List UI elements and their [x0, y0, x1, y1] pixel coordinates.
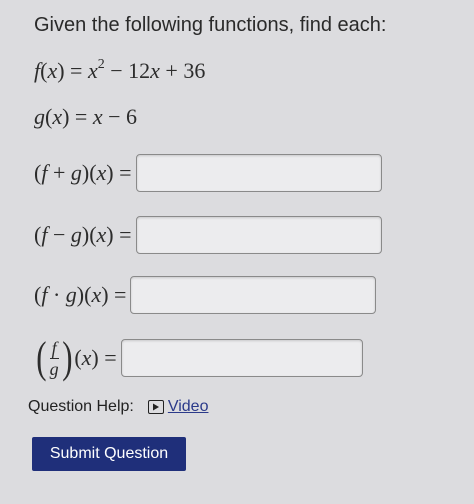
difference-label: (f − g)(x) =: [34, 222, 132, 247]
video-link[interactable]: Video: [147, 398, 209, 416]
difference-answer-input[interactable]: [135, 216, 382, 254]
play-video-icon: [147, 400, 164, 414]
video-link-label[interactable]: Video: [168, 398, 209, 416]
question-help-label: Question Help:: [28, 398, 134, 415]
sum-row: (f + g)(x) =: [34, 154, 382, 192]
product-row: (f · g)(x) =: [34, 276, 377, 314]
sum-label: (f + g)(x) =: [34, 160, 132, 185]
difference-row: (f − g)(x) =: [34, 216, 382, 254]
g-definition: g(x) = x − 6: [34, 104, 138, 129]
question-help: Question Help: Video: [28, 398, 208, 416]
quotient-row: ( fg ) (x) =: [34, 336, 363, 380]
product-answer-input[interactable]: [130, 276, 377, 314]
question-prompt: Given the following functions, find each…: [34, 14, 387, 36]
quotient-label: ( fg ) (x) =: [36, 333, 117, 382]
f-definition: f(x) = x2 − 12x + 36: [34, 57, 206, 84]
quotient-answer-input[interactable]: [120, 339, 363, 377]
sum-answer-input[interactable]: [135, 154, 382, 192]
submit-question-button[interactable]: Submit Question: [32, 437, 186, 471]
product-label: (f · g)(x) =: [34, 282, 127, 307]
